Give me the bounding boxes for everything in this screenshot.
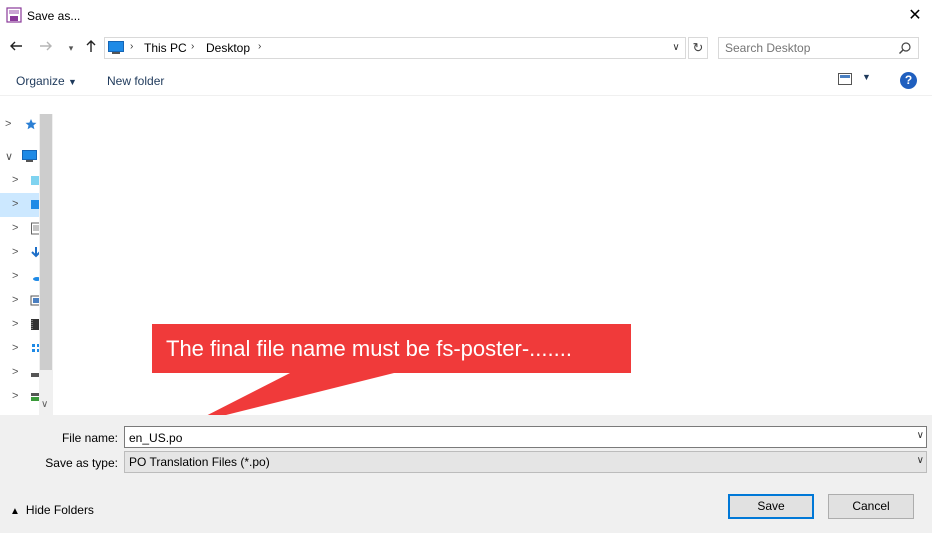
- chevron-down-icon[interactable]: ∨: [917, 430, 924, 441]
- callout-text: The final file name must be fs-poster-..…: [166, 336, 572, 361]
- back-arrow-icon[interactable]: [7, 39, 25, 57]
- nav-item-music[interactable]: >: [0, 265, 41, 289]
- organize-button[interactable]: Organize ▼: [16, 74, 77, 88]
- nav-item-network[interactable]: >: [0, 337, 40, 361]
- chevron-down-icon[interactable]: ▼: [862, 72, 871, 82]
- quick-access-star-icon: [25, 119, 37, 130]
- chevron-right-icon: >: [12, 318, 19, 330]
- breadcrumb-this-pc[interactable]: This PC: [144, 41, 187, 55]
- chevron-down-icon: ▼: [68, 77, 77, 87]
- chevron-right-icon: >: [12, 366, 19, 378]
- nav-item-quick-access[interactable]: >: [0, 113, 40, 137]
- search-icon[interactable]: [898, 41, 912, 55]
- hide-folders-button[interactable]: ▲ Hide Folders: [10, 503, 94, 517]
- chevron-down-icon[interactable]: ∨: [669, 40, 683, 56]
- computer-icon: [22, 150, 37, 162]
- chevron-right-icon: >: [12, 270, 19, 282]
- chevron-down-icon: ∨: [5, 151, 14, 163]
- chevron-right-icon: >: [12, 294, 19, 306]
- recent-chevron-icon[interactable]: ▾: [62, 39, 80, 57]
- chevron-right-icon: >: [12, 390, 19, 402]
- nav-item-this-pc[interactable]: ∨: [0, 145, 40, 169]
- chevron-right-icon: >: [12, 222, 19, 234]
- file-name-combo[interactable]: ∨: [124, 426, 927, 448]
- breadcrumb-separator: ›: [130, 41, 134, 52]
- chevron-down-icon[interactable]: ∨: [41, 399, 48, 410]
- chevron-right-icon: >: [12, 342, 19, 354]
- refresh-icon[interactable]: ↻: [688, 37, 708, 59]
- breadcrumb-separator: ›: [191, 41, 195, 52]
- up-arrow-icon[interactable]: [82, 39, 100, 57]
- nav-item-3d-objects[interactable]: >: [0, 169, 41, 193]
- chevron-right-icon: >: [12, 174, 19, 186]
- this-pc-icon: [108, 41, 124, 54]
- chevron-right-icon: >: [5, 118, 12, 130]
- breadcrumb-separator: ›: [258, 41, 262, 52]
- search-input[interactable]: [725, 41, 895, 55]
- chevron-up-icon: ▲: [10, 506, 20, 517]
- scrollbar-thumb[interactable]: [40, 114, 52, 370]
- close-icon[interactable]: ✕: [898, 0, 932, 32]
- nav-pane-scrollbar[interactable]: ∨: [39, 114, 53, 415]
- hide-folders-label: Hide Folders: [25, 503, 94, 517]
- forward-arrow-icon[interactable]: [37, 39, 55, 57]
- search-box[interactable]: [718, 37, 919, 59]
- title-bar: Save as... ✕: [0, 0, 932, 32]
- nav-item-desktop[interactable]: >: [0, 193, 41, 217]
- nav-item-downloads[interactable]: >: [0, 241, 41, 265]
- view-icon[interactable]: [838, 73, 852, 85]
- help-icon[interactable]: ?: [900, 72, 917, 89]
- save-dialog-icon: [6, 7, 22, 23]
- organize-label: Organize: [16, 74, 65, 88]
- save-type-select[interactable]: PO Translation Files (*.po) ∨: [124, 451, 927, 473]
- file-name-label: File name:: [61, 431, 118, 445]
- nav-item-documents[interactable]: >: [0, 217, 41, 241]
- command-bar: Organize ▼ New folder: [0, 64, 932, 96]
- chevron-right-icon: >: [12, 198, 19, 210]
- breadcrumb-desktop[interactable]: Desktop: [206, 41, 250, 55]
- nav-item-pictures[interactable]: >: [0, 289, 42, 313]
- annotation-callout: The final file name must be fs-poster-..…: [152, 324, 631, 373]
- chevron-right-icon: >: [12, 246, 19, 258]
- nav-item-videos[interactable]: >: [0, 313, 41, 337]
- save-type-label: Save as type:: [45, 456, 118, 470]
- file-name-input[interactable]: [129, 430, 899, 445]
- nav-item-local-disk[interactable]: >: [0, 361, 41, 385]
- save-button[interactable]: Save: [728, 494, 814, 519]
- chevron-down-icon[interactable]: ∨: [917, 455, 924, 466]
- window-title: Save as...: [27, 9, 81, 23]
- cancel-button[interactable]: Cancel: [828, 494, 914, 519]
- nav-item-drive[interactable]: >: [0, 385, 41, 409]
- new-folder-button[interactable]: New folder: [107, 74, 164, 88]
- save-type-value: PO Translation Files (*.po): [129, 455, 270, 469]
- address-bar[interactable]: › This PC › Desktop › ∨: [104, 37, 686, 59]
